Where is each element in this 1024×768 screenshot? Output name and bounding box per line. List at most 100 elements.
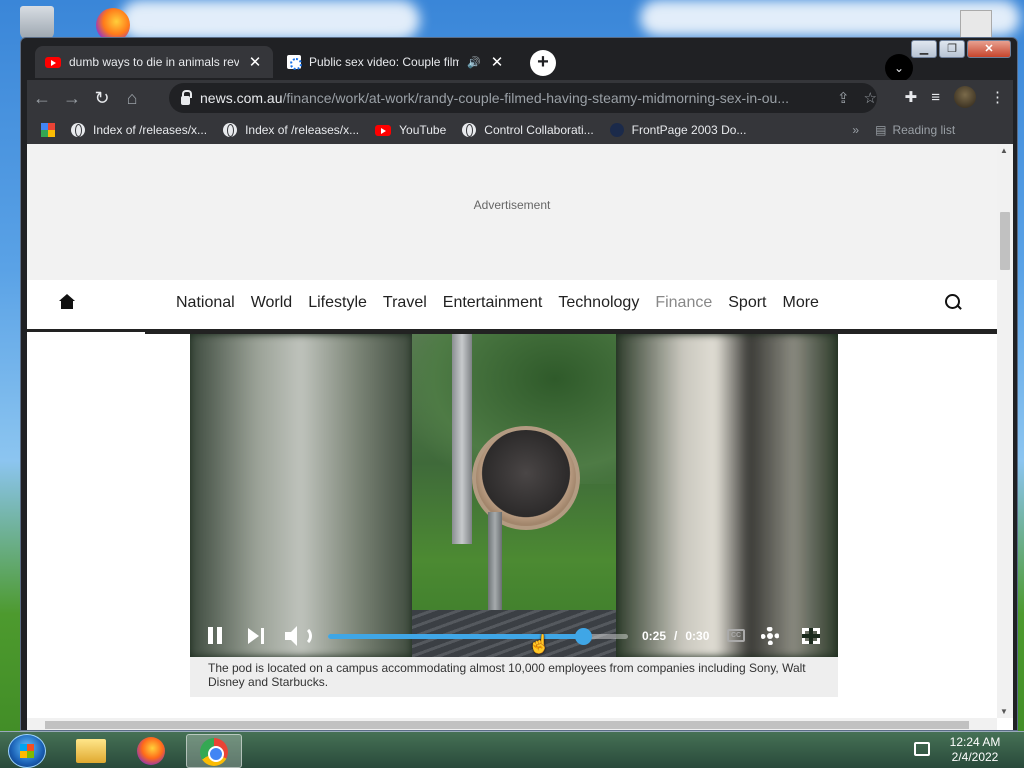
nav-links: National World Lifestyle Travel Entertainmen… <box>176 294 819 312</box>
reading-list-label: Reading list <box>892 123 956 137</box>
tab-title: Public sex video: Couple film <box>309 55 460 69</box>
captions-icon[interactable]: CC <box>727 629 745 642</box>
tab-news[interactable]: Public sex video: Couple film 🔊 ✕ <box>277 46 515 78</box>
time-display: 0:25 / 0:30 <box>642 629 709 643</box>
media-control-icon[interactable]: ≡ <box>931 89 940 106</box>
bookmarks-bar: Index of /releases/x... Index of /releas… <box>27 116 1013 144</box>
fullscreen-icon[interactable] <box>802 628 820 644</box>
taskbar-explorer[interactable] <box>62 734 118 768</box>
taskbar-firefox[interactable] <box>124 734 180 768</box>
toolbar-right: ✚ ≡ ⋮ <box>905 86 1005 108</box>
bookmark-item[interactable]: Control Collaborati... <box>462 123 594 137</box>
extensions-icon[interactable]: ✚ <box>905 88 918 106</box>
pause-icon[interactable] <box>207 627 223 645</box>
new-tab-button[interactable]: + <box>530 50 556 76</box>
clock[interactable]: 12:24 AM 2/4/2022 <box>940 735 1010 765</box>
video-blur-left <box>190 334 412 657</box>
nav-link-lifestyle[interactable]: Lifestyle <box>308 294 367 312</box>
duration: 0:30 <box>685 629 710 643</box>
globe-icon <box>71 123 85 137</box>
tab-youtube[interactable]: dumb ways to die in animals reve ✕ <box>35 46 273 78</box>
chrome-icon <box>200 738 228 766</box>
video-player[interactable]: 0:25 / 0:30 CC ☝ <box>190 334 838 657</box>
close-window-button[interactable]: ✕ <box>967 40 1011 58</box>
nav-link-national[interactable]: National <box>176 294 235 312</box>
bookmark-item[interactable]: FrontPage 2003 Do... <box>609 123 747 137</box>
home-icon[interactable] <box>59 294 75 310</box>
taskbar: 12:24 AM 2/4/2022 <box>0 731 1024 768</box>
nav-link-more[interactable]: More <box>783 294 819 312</box>
nav-link-entertainment[interactable]: Entertainment <box>443 294 543 312</box>
cloud <box>120 0 420 40</box>
bookmark-item[interactable]: Index of /releases/x... <box>71 123 207 137</box>
recycle-bin-icon[interactable] <box>20 6 54 40</box>
site-navbar: National World Lifestyle Travel Entertainmen… <box>27 280 997 332</box>
reading-list-icon: ▤ <box>875 123 887 137</box>
video-pole <box>452 334 472 544</box>
horizontal-scrollbar[interactable] <box>27 718 997 730</box>
nav-link-technology[interactable]: Technology <box>558 294 639 312</box>
tab-strip: dumb ways to die in animals reve ✕ Publi… <box>27 46 927 82</box>
bookmark-item[interactable]: YouTube <box>375 123 446 137</box>
nav-link-world[interactable]: World <box>251 294 293 312</box>
clock-date: 2/4/2022 <box>951 750 999 764</box>
time-separator: / <box>674 629 678 643</box>
advertisement-area: Advertisement <box>27 144 997 280</box>
home-button-icon[interactable]: ⌂ <box>117 88 147 109</box>
folder-icon <box>76 739 106 763</box>
gear-icon[interactable] <box>761 627 779 645</box>
share-icon[interactable]: ⇪ <box>837 89 850 107</box>
lock-icon[interactable] <box>181 89 193 105</box>
maximize-button[interactable]: ❐ <box>939 40 965 58</box>
frontpage-icon <box>609 123 624 137</box>
bookmark-label: Index of /releases/x... <box>93 123 208 137</box>
search-icon[interactable] <box>945 294 963 312</box>
nav-link-travel[interactable]: Travel <box>383 294 427 312</box>
vertical-scrollbar[interactable]: ▲ ▼ <box>997 144 1013 718</box>
globe-icon <box>223 123 238 137</box>
tab-title: dumb ways to die in animals reve <box>69 55 239 69</box>
firefox-icon <box>137 737 165 765</box>
page-viewport: Advertisement National World Lifestyle Trav… <box>27 144 1013 730</box>
back-icon[interactable]: ← <box>27 88 57 109</box>
nav-link-finance[interactable]: Finance <box>655 294 712 312</box>
forward-icon[interactable]: → <box>57 88 87 109</box>
video-controls: 0:25 / 0:30 CC <box>190 618 838 654</box>
scroll-up-icon[interactable]: ▲ <box>1000 146 1008 155</box>
taskbar-chrome[interactable] <box>186 734 242 768</box>
scroll-down-icon[interactable]: ▼ <box>1000 707 1008 716</box>
menu-icon[interactable]: ⋮ <box>990 88 1005 106</box>
start-button[interactable] <box>8 734 46 768</box>
close-tab-icon[interactable]: ✕ <box>247 53 263 71</box>
progress-bar[interactable] <box>328 628 628 645</box>
close-tab-icon[interactable]: ✕ <box>489 53 505 71</box>
clock-time: 12:24 AM <box>949 735 1001 749</box>
nav-link-sport[interactable]: Sport <box>728 294 766 312</box>
apps-icon[interactable] <box>41 123 55 137</box>
video-frame <box>412 334 616 657</box>
profile-avatar[interactable] <box>954 86 976 108</box>
more-bookmarks-button[interactable]: » <box>852 123 859 137</box>
next-icon[interactable] <box>248 627 266 645</box>
current-time: 0:25 <box>642 629 667 643</box>
advertisement-label: Advertisement <box>473 198 551 212</box>
globe-icon <box>462 123 477 137</box>
reading-list-button[interactable]: ▤ Reading list <box>875 123 955 137</box>
address-bar[interactable]: news.com.au /finance/work/at-work/randy-… <box>169 83 877 113</box>
youtube-icon <box>375 124 392 136</box>
speaker-icon[interactable]: 🔊 <box>467 56 481 69</box>
scroll-thumb[interactable] <box>45 721 969 729</box>
video-post <box>488 512 502 622</box>
url-host: news.com.au <box>200 90 283 106</box>
scroll-thumb[interactable] <box>1000 212 1010 270</box>
progress-handle[interactable] <box>575 628 592 645</box>
tab-search-button[interactable]: ⌄ <box>885 54 913 82</box>
bookmark-label: FrontPage 2003 Do... <box>631 123 747 137</box>
reload-icon[interactable]: ↻ <box>87 88 117 109</box>
video-caption: The pod is located on a campus accommoda… <box>190 657 838 697</box>
bookmark-label: Control Collaborati... <box>484 123 594 137</box>
bookmark-star-icon[interactable]: ☆ <box>864 89 877 107</box>
network-icon[interactable] <box>914 742 930 756</box>
hand-cursor-icon: ☝ <box>528 634 551 654</box>
bookmark-item[interactable]: Index of /releases/x... <box>223 123 359 137</box>
